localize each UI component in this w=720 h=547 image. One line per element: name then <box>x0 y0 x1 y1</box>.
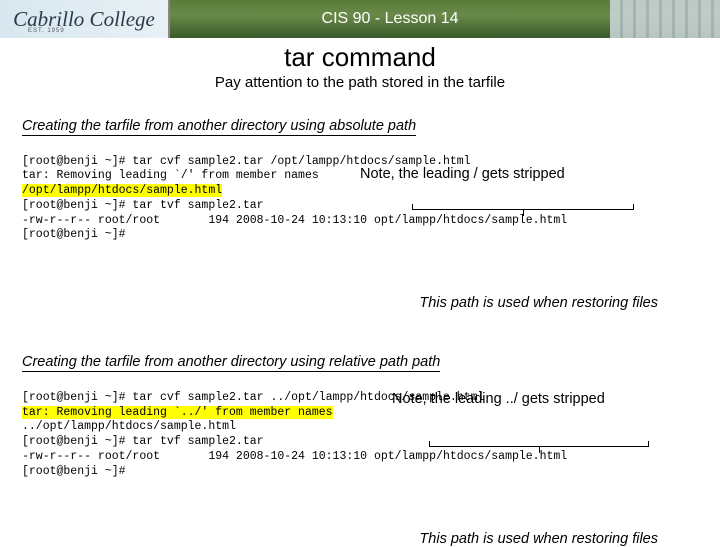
caption-text: This path is used when restoring files <box>22 295 698 311</box>
page-title: tar command <box>0 42 720 73</box>
term-line: [root@benji ~]# tar tvf sample2.tar <box>22 435 264 448</box>
annotation-note: Note, the leading / gets stripped <box>360 165 565 184</box>
term-line: [root@benji ~]# tar tvf sample2.tar <box>22 199 264 212</box>
section-heading: Creating the tarfile from another direct… <box>22 118 416 136</box>
term-line: [root@benji ~]# <box>22 228 126 241</box>
term-line: -rw-r--r-- root/root 194 2008-10-24 10:1… <box>22 214 567 227</box>
term-line: -rw-r--r-- root/root 194 2008-10-24 10:1… <box>22 450 567 463</box>
section-heading: Creating the tarfile from another direct… <box>22 354 440 372</box>
term-line: ../opt/lampp/htdocs/sample.html <box>22 420 236 433</box>
section-relative-path: Creating the tarfile from another direct… <box>0 353 720 547</box>
highlighted-path: /opt/lampp/htdocs/sample.html <box>22 184 222 197</box>
terminal-block: [root@benji ~]# tar cvf sample2.tar ../o… <box>22 376 698 523</box>
header-decorative-image <box>610 0 720 38</box>
term-line: tar: Removing leading `/' from member na… <box>22 169 319 182</box>
section-absolute-path: Creating the tarfile from another direct… <box>0 117 720 311</box>
terminal-block: [root@benji ~]# tar cvf sample2.tar /opt… <box>22 140 698 287</box>
page-subtitle: Pay attention to the path stored in the … <box>0 74 720 91</box>
highlighted-line: tar: Removing leading `../' from member … <box>22 406 333 419</box>
college-logo: Cabrillo College EST. 1959 <box>0 0 170 38</box>
bracket-indicator <box>412 204 634 210</box>
header-bar: Cabrillo College EST. 1959 CIS 90 - Less… <box>0 0 720 38</box>
term-line: [root@benji ~]# <box>22 465 126 478</box>
bracket-indicator <box>429 441 649 447</box>
annotation-note: Note, the leading ../ gets stripped <box>392 390 605 409</box>
caption-text: This path is used when restoring files <box>22 531 698 547</box>
logo-subtext: EST. 1959 <box>28 28 65 34</box>
